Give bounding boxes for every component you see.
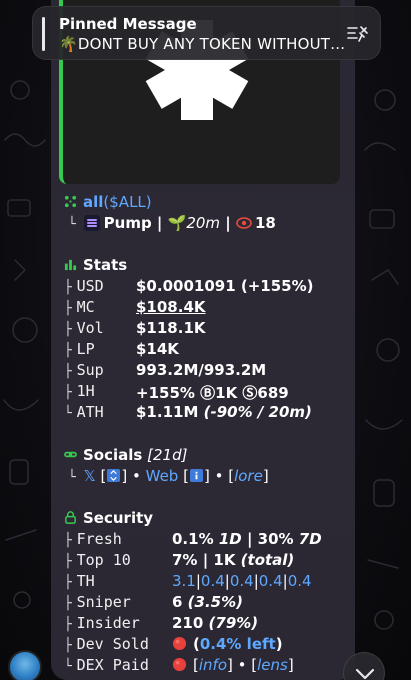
separator: | bbox=[151, 214, 168, 232]
ath-value: $1.11M bbox=[136, 403, 204, 421]
sec-row-sniper: ├ Sniper bbox=[64, 593, 131, 611]
pinned-message-banner[interactable]: Pinned Message 🌴DONT BUY ANY TOKEN WITHO… bbox=[32, 6, 381, 60]
pinned-text: 🌴DONT BUY ANY TOKEN WITHOUT… bbox=[59, 35, 346, 53]
bracket: [ bbox=[178, 467, 189, 485]
tree-branch: └ bbox=[68, 217, 84, 232]
stat-value-lp: $14K bbox=[136, 340, 179, 358]
sec-value-dev-sold: (0.4% left) bbox=[172, 635, 283, 653]
stat-row-mc: ├ MC bbox=[64, 298, 95, 316]
security-heading-label: Security bbox=[83, 509, 154, 527]
sec-label: Sniper bbox=[76, 593, 131, 611]
platform-row: └ Pump | 🌱20m | 18 bbox=[68, 214, 276, 232]
sec-value-insider: 210 (79%) bbox=[172, 614, 259, 632]
holder-link[interactable]: 0.4 bbox=[201, 572, 225, 590]
info-icon[interactable] bbox=[189, 469, 203, 482]
socials-age: [21d] bbox=[147, 446, 188, 464]
sec-label: Fresh bbox=[76, 530, 122, 548]
sec-row-insider: ├ Insider bbox=[64, 614, 140, 632]
bracket: [ bbox=[95, 467, 107, 485]
stats-heading: Stats bbox=[64, 256, 127, 274]
ticker-close: ) bbox=[145, 193, 152, 211]
dot-separator: • bbox=[209, 467, 229, 485]
sec-label: DEX Paid bbox=[76, 656, 149, 674]
sec-label: TH bbox=[76, 572, 95, 590]
red-circle-icon bbox=[172, 636, 187, 651]
stat-value-vol: $118.1K bbox=[136, 319, 206, 337]
stats-heading-label: Stats bbox=[83, 256, 128, 274]
web-link[interactable]: Web bbox=[146, 467, 179, 485]
stat-value-ath: $1.11M (-90% / 20m) bbox=[136, 403, 312, 421]
view-count: 18 bbox=[254, 214, 276, 232]
ath-change: (-90% / 20m) bbox=[203, 403, 312, 421]
sprout-icon: 🌱 bbox=[167, 214, 187, 232]
dot-separator: • bbox=[127, 467, 146, 485]
token-age: 20m bbox=[186, 214, 221, 232]
sec-label: Top 10 bbox=[76, 551, 131, 569]
stat-value-1h: +155% Ⓑ1K Ⓢ689 bbox=[136, 384, 289, 402]
sec-value-top10: 7% | 1K (total) bbox=[172, 551, 295, 569]
sec-value-fresh: 0.1% 1D | 30% 7D bbox=[172, 530, 322, 548]
sec-row-fresh: ├ Fresh bbox=[64, 530, 122, 548]
holder-link[interactable]: 3.1 bbox=[172, 572, 196, 590]
sec-value-dex-paid: [info] • [lens] bbox=[172, 656, 294, 674]
stat-row-ath: └ ATH bbox=[64, 403, 104, 421]
sec-row-dev-sold: ├ Dev Sold bbox=[64, 635, 149, 653]
stat-value-usd: $0.0001091 (+155%) bbox=[136, 277, 314, 295]
stats-icon bbox=[64, 259, 77, 271]
token-ticker[interactable]: $ALL bbox=[109, 193, 146, 211]
stat-label: USD bbox=[76, 277, 104, 295]
link-icon bbox=[64, 451, 77, 458]
avatar[interactable] bbox=[8, 650, 42, 680]
lock-icon bbox=[65, 511, 76, 524]
stat-row-usd: ├ USD bbox=[64, 277, 104, 295]
pinned-title: Pinned Message bbox=[59, 15, 197, 33]
bracket: ] bbox=[262, 467, 269, 485]
pinned-indicator bbox=[42, 17, 45, 51]
dev-sold-link[interactable]: 0.4% left bbox=[200, 635, 276, 653]
token-title-row: all($ALL) bbox=[64, 193, 152, 211]
token-icon bbox=[64, 195, 77, 208]
socials-heading: Socials [21d] bbox=[64, 446, 187, 464]
holder-link[interactable]: 0.4 bbox=[259, 572, 283, 590]
sec-label: Insider bbox=[76, 614, 140, 632]
holder-link[interactable]: 0.4 bbox=[230, 572, 254, 590]
chevron-down-icon bbox=[355, 668, 375, 680]
x-link[interactable]: 𝕏 bbox=[84, 467, 96, 485]
stat-row-1h: ├ 1H bbox=[64, 382, 95, 400]
token-name-link[interactable]: all bbox=[83, 193, 103, 211]
stat-label: ATH bbox=[76, 403, 104, 421]
stat-label: Vol bbox=[76, 319, 104, 337]
stat-row-sup: ├ Sup bbox=[64, 361, 104, 379]
dex-info-link[interactable]: info bbox=[199, 656, 227, 674]
socials-links-row: └ 𝕏 [] • Web [] • [lore] bbox=[68, 467, 269, 485]
stat-value-sup: 993.2M/993.2M bbox=[136, 361, 267, 379]
stat-label: MC bbox=[76, 298, 95, 316]
solana-icon bbox=[83, 215, 100, 231]
stat-row-lp: ├ LP bbox=[64, 340, 95, 358]
eye-icon bbox=[236, 217, 252, 229]
lore-link[interactable]: lore bbox=[234, 467, 263, 485]
sec-value-th: 3.1|0.4|0.4|0.4|0.4 bbox=[172, 572, 312, 590]
stat-label: LP bbox=[76, 340, 95, 358]
separator: | bbox=[220, 214, 236, 232]
sec-row-dex-paid: └ DEX Paid bbox=[64, 656, 149, 674]
stat-label: Sup bbox=[76, 361, 104, 379]
sec-label: Dev Sold bbox=[76, 635, 149, 653]
pin-list-icon[interactable] bbox=[346, 24, 370, 46]
stat-label: 1H bbox=[76, 382, 95, 400]
recycle-icon[interactable] bbox=[107, 469, 121, 482]
socials-heading-label: Socials bbox=[83, 446, 143, 464]
tree-branch: └ bbox=[68, 470, 84, 485]
stat-row-vol: ├ Vol bbox=[64, 319, 104, 337]
sec-row-th: ├ TH bbox=[64, 572, 95, 590]
platform-name: Pump bbox=[103, 214, 152, 232]
sec-row-top10: ├ Top 10 bbox=[64, 551, 131, 569]
holder-link[interactable]: 0.4 bbox=[288, 572, 312, 590]
stat-value-mc[interactable]: $108.4K bbox=[136, 298, 206, 316]
red-circle-icon bbox=[172, 657, 187, 672]
security-heading: Security bbox=[64, 509, 153, 527]
sec-value-sniper: 6 (3.5%) bbox=[172, 593, 243, 611]
dex-lens-link[interactable]: lens bbox=[257, 656, 288, 674]
